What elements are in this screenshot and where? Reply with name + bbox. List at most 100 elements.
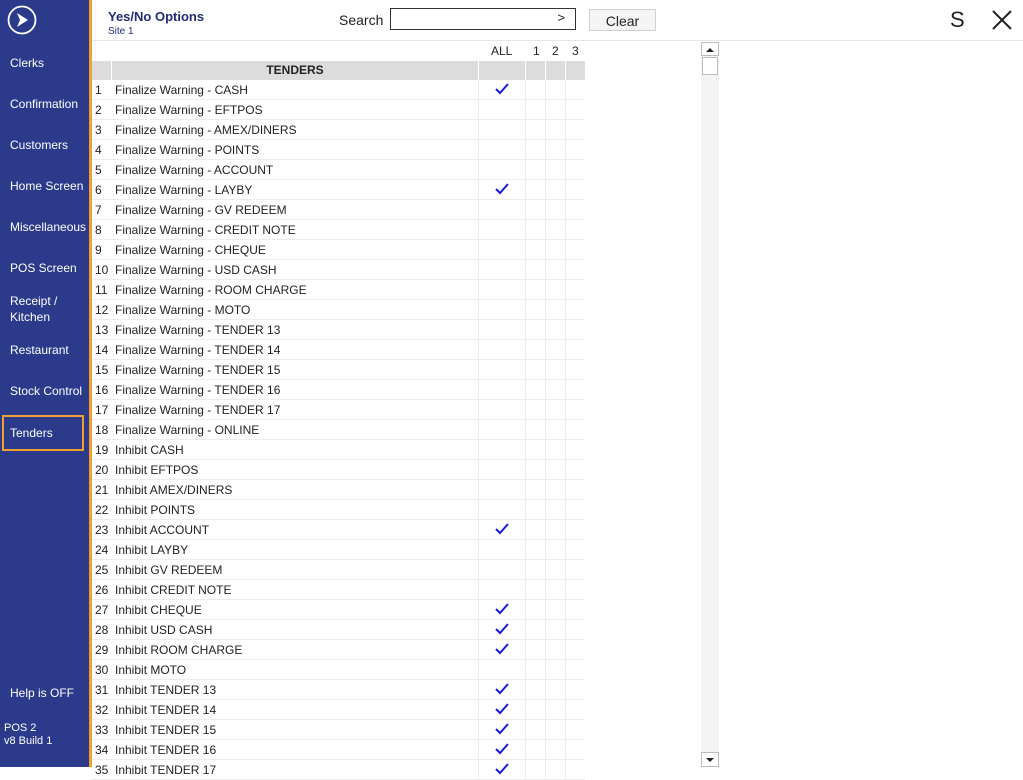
sidebar-item-home-screen[interactable]: Home Screen <box>10 178 88 194</box>
checkbox-cell-all[interactable] <box>478 320 526 339</box>
checkbox-cell-all[interactable] <box>478 560 526 579</box>
checkbox-cell-1[interactable] <box>525 700 546 719</box>
checkbox-cell-1[interactable] <box>525 380 546 399</box>
checkbox-cell-2[interactable] <box>545 240 566 259</box>
checkbox-cell-2[interactable] <box>545 560 566 579</box>
checkbox-cell-2[interactable] <box>545 760 566 779</box>
checkbox-cell-2[interactable] <box>545 460 566 479</box>
search-go-button[interactable]: > <box>557 10 565 25</box>
checkbox-cell-2[interactable] <box>545 520 566 539</box>
checkbox-cell-1[interactable] <box>525 460 546 479</box>
checkbox-cell-2[interactable] <box>545 440 566 459</box>
checkbox-cell-all[interactable] <box>478 200 526 219</box>
checkbox-cell-3[interactable] <box>565 220 586 239</box>
checkbox-cell-1[interactable] <box>525 280 546 299</box>
checkbox-cell-all[interactable] <box>478 740 526 759</box>
checkbox-cell-all[interactable] <box>478 280 526 299</box>
checkbox-cell-1[interactable] <box>525 160 546 179</box>
checkbox-cell-3[interactable] <box>565 100 586 119</box>
checkbox-cell-all[interactable] <box>478 80 526 99</box>
checkbox-cell-1[interactable] <box>525 480 546 499</box>
checkbox-cell-3[interactable] <box>565 520 586 539</box>
checkbox-cell-2[interactable] <box>545 660 566 679</box>
checkbox-cell-2[interactable] <box>545 320 566 339</box>
sidebar-item-pos-screen[interactable]: POS Screen <box>10 260 88 276</box>
checkbox-cell-2[interactable] <box>545 280 566 299</box>
checkbox-cell-all[interactable] <box>478 480 526 499</box>
checkbox-cell-3[interactable] <box>565 280 586 299</box>
checkbox-cell-2[interactable] <box>545 300 566 319</box>
checkbox-cell-1[interactable] <box>525 200 546 219</box>
checkbox-cell-all[interactable] <box>478 700 526 719</box>
checkbox-cell-1[interactable] <box>525 240 546 259</box>
clear-button[interactable]: Clear <box>589 9 656 31</box>
checkbox-cell-1[interactable] <box>525 540 546 559</box>
checkbox-cell-3[interactable] <box>565 680 586 699</box>
checkbox-cell-all[interactable] <box>478 760 526 779</box>
checkbox-cell-1[interactable] <box>525 520 546 539</box>
checkbox-cell-1[interactable] <box>525 140 546 159</box>
checkbox-cell-2[interactable] <box>545 620 566 639</box>
sidebar-item-stock-control[interactable]: Stock Control <box>10 383 88 399</box>
checkbox-cell-3[interactable] <box>565 580 586 599</box>
checkbox-cell-3[interactable] <box>565 700 586 719</box>
checkbox-cell-1[interactable] <box>525 560 546 579</box>
checkbox-cell-2[interactable] <box>545 400 566 419</box>
checkbox-cell-2[interactable] <box>545 700 566 719</box>
checkbox-cell-2[interactable] <box>545 380 566 399</box>
checkbox-cell-all[interactable] <box>478 100 526 119</box>
checkbox-cell-3[interactable] <box>565 500 586 519</box>
checkbox-cell-all[interactable] <box>478 120 526 139</box>
checkbox-cell-1[interactable] <box>525 400 546 419</box>
checkbox-cell-1[interactable] <box>525 340 546 359</box>
checkbox-cell-3[interactable] <box>565 240 586 259</box>
checkbox-cell-3[interactable] <box>565 440 586 459</box>
s-button[interactable]: S <box>950 7 965 33</box>
sidebar-item-confirmation[interactable]: Confirmation <box>10 96 88 112</box>
checkbox-cell-1[interactable] <box>525 80 546 99</box>
checkbox-cell-2[interactable] <box>545 580 566 599</box>
checkbox-cell-2[interactable] <box>545 120 566 139</box>
checkbox-cell-2[interactable] <box>545 340 566 359</box>
checkbox-cell-1[interactable] <box>525 620 546 639</box>
checkbox-cell-3[interactable] <box>565 720 586 739</box>
checkbox-cell-3[interactable] <box>565 340 586 359</box>
checkbox-cell-3[interactable] <box>565 160 586 179</box>
checkbox-cell-1[interactable] <box>525 500 546 519</box>
checkbox-cell-3[interactable] <box>565 260 586 279</box>
checkbox-cell-1[interactable] <box>525 180 546 199</box>
checkbox-cell-all[interactable] <box>478 440 526 459</box>
checkbox-cell-all[interactable] <box>478 360 526 379</box>
checkbox-cell-1[interactable] <box>525 660 546 679</box>
checkbox-cell-3[interactable] <box>565 540 586 559</box>
checkbox-cell-1[interactable] <box>525 680 546 699</box>
checkbox-cell-3[interactable] <box>565 640 586 659</box>
checkbox-cell-all[interactable] <box>478 520 526 539</box>
checkbox-cell-2[interactable] <box>545 420 566 439</box>
checkbox-cell-1[interactable] <box>525 260 546 279</box>
checkbox-cell-3[interactable] <box>565 180 586 199</box>
checkbox-cell-2[interactable] <box>545 80 566 99</box>
checkbox-cell-all[interactable] <box>478 340 526 359</box>
checkbox-cell-2[interactable] <box>545 200 566 219</box>
checkbox-cell-3[interactable] <box>565 660 586 679</box>
checkbox-cell-1[interactable] <box>525 440 546 459</box>
checkbox-cell-all[interactable] <box>478 380 526 399</box>
checkbox-cell-all[interactable] <box>478 540 526 559</box>
checkbox-cell-1[interactable] <box>525 740 546 759</box>
checkbox-cell-1[interactable] <box>525 100 546 119</box>
checkbox-cell-2[interactable] <box>545 740 566 759</box>
checkbox-cell-2[interactable] <box>545 500 566 519</box>
checkbox-cell-2[interactable] <box>545 640 566 659</box>
logo-icon[interactable] <box>7 5 37 35</box>
checkbox-cell-all[interactable] <box>478 160 526 179</box>
checkbox-cell-3[interactable] <box>565 620 586 639</box>
checkbox-cell-all[interactable] <box>478 720 526 739</box>
checkbox-cell-all[interactable] <box>478 420 526 439</box>
checkbox-cell-2[interactable] <box>545 180 566 199</box>
checkbox-cell-1[interactable] <box>525 420 546 439</box>
checkbox-cell-all[interactable] <box>478 400 526 419</box>
checkbox-cell-1[interactable] <box>525 300 546 319</box>
scrollbar-track[interactable] <box>701 42 719 767</box>
checkbox-cell-3[interactable] <box>565 740 586 759</box>
